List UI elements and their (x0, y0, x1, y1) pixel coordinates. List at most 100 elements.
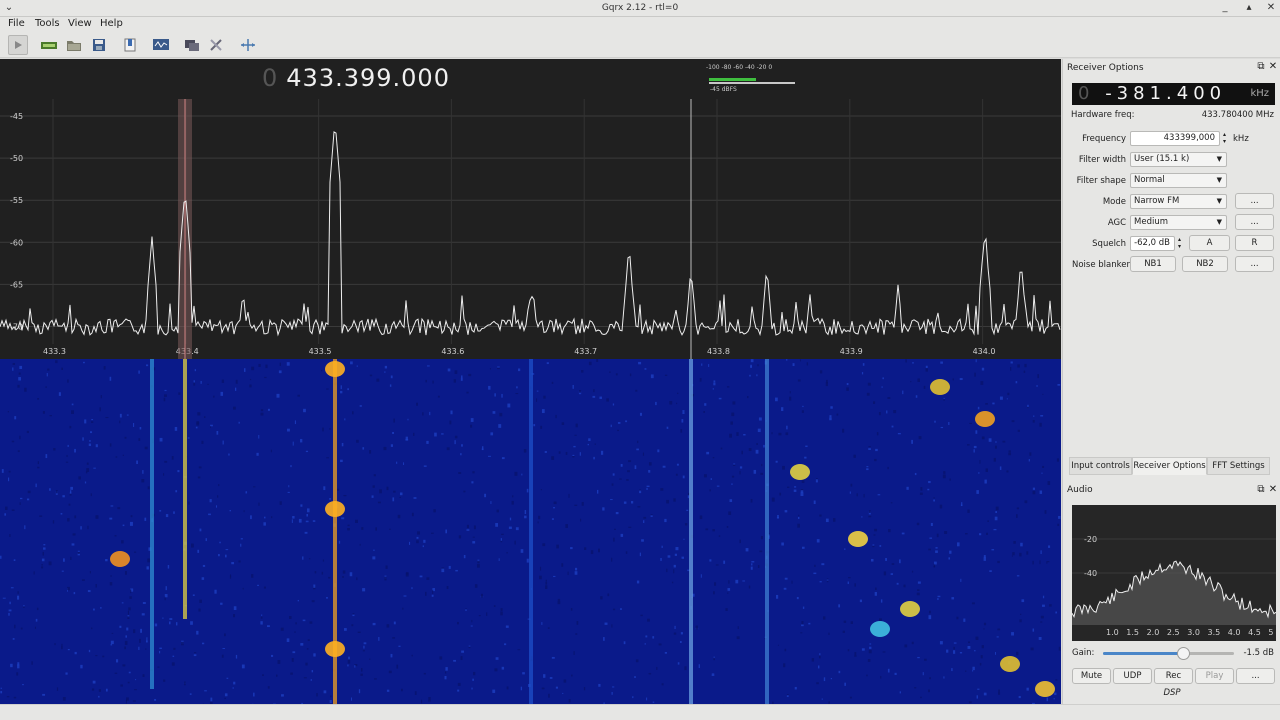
open-icon[interactable] (64, 35, 84, 55)
waterfall-noise (579, 452, 581, 456)
waterfall-noise (891, 425, 894, 428)
waterfall-noise (646, 485, 650, 488)
network-icon[interactable] (182, 35, 202, 55)
save-icon[interactable] (89, 35, 109, 55)
frequency-value[interactable]: 433.399.000 (286, 64, 450, 92)
waterfall-noise (220, 391, 224, 396)
waterfall-noise (130, 515, 133, 518)
waterfall-noise (593, 389, 595, 393)
squelch-auto-button[interactable]: A (1189, 235, 1230, 251)
close-button[interactable]: ✕ (1264, 1, 1278, 15)
agc-options-button[interactable]: ... (1235, 214, 1274, 230)
waterfall-noise (757, 428, 761, 433)
squelch-reset-button[interactable]: R (1235, 235, 1274, 251)
waterfall-noise (22, 606, 25, 608)
waterfall-noise (17, 591, 19, 594)
x-tick-label: 433.8 (707, 347, 730, 356)
waterfall-noise (829, 415, 832, 418)
waterfall-noise (660, 557, 662, 561)
play-button[interactable]: Play (1195, 668, 1234, 684)
waterfall-noise (457, 689, 460, 692)
hardware-icon[interactable] (39, 35, 59, 55)
offset-display[interactable]: 0 -381.400 kHz (1072, 83, 1275, 105)
waterfall-noise (638, 361, 642, 365)
waterfall-noise (980, 381, 984, 385)
menu-help[interactable]: Help (100, 18, 123, 29)
waterfall-noise (355, 519, 358, 523)
mute-button[interactable]: Mute (1072, 668, 1111, 684)
waterfall-noise (468, 646, 471, 649)
waterfall-noise (648, 672, 652, 675)
waterfall-noise (162, 617, 164, 619)
waterfall-noise (928, 480, 931, 484)
waterfall-noise (122, 454, 124, 456)
filter-shape-select[interactable]: Normal ▼ (1130, 173, 1227, 188)
tools-icon[interactable] (206, 35, 226, 55)
waterfall-noise (598, 548, 600, 553)
waterfall-noise (1044, 510, 1047, 514)
float-dock-icon[interactable]: ⧉ (1255, 484, 1267, 496)
tab-fft-settings[interactable]: FFT Settings (1207, 457, 1270, 475)
io-config-icon[interactable] (151, 35, 171, 55)
waterfall-noise (110, 644, 113, 646)
mode-select[interactable]: Narrow FM ▼ (1130, 194, 1227, 209)
tab-receiver-options[interactable]: Receiver Options (1132, 457, 1207, 475)
agc-select[interactable]: Medium ▼ (1130, 215, 1227, 230)
audio-fft-plot[interactable]: -20 -40 1.0 1.5 2.0 2.5 3.0 3.5 4.0 4.5 5 (1071, 505, 1277, 641)
waterfall-noise (750, 566, 753, 570)
noise-options-button[interactable]: ... (1235, 256, 1274, 272)
waterfall-noise (411, 512, 414, 517)
waterfall-noise (861, 516, 863, 518)
filter-width-select[interactable]: User (15.1 k) ▼ (1130, 152, 1227, 167)
waterfall-noise (967, 509, 970, 513)
squelch-stepper[interactable]: ▴ ▾ (1175, 236, 1184, 251)
spectrum-canvas[interactable]: -45-50-55-60-65-70-75-80-85-90433.3433.4… (0, 59, 1061, 359)
offset-value[interactable]: -381.400 (1105, 83, 1226, 104)
mode-options-button[interactable]: ... (1235, 193, 1274, 209)
waterfall-noise (454, 440, 456, 445)
waterfall-noise (496, 509, 499, 513)
frequency-stepper[interactable]: ▴ ▾ (1220, 131, 1229, 146)
waterfall-noise (897, 432, 901, 435)
rec-button[interactable]: Rec (1154, 668, 1193, 684)
maximize-button[interactable]: ▴ (1242, 1, 1256, 15)
spectrum-plot[interactable]: -45-50-55-60-65-70-75-80-85-90433.3433.4… (0, 59, 1061, 359)
close-dock-icon[interactable]: ✕ (1267, 61, 1279, 73)
close-dock-icon[interactable]: ✕ (1267, 484, 1279, 496)
toolbar (0, 32, 1280, 58)
waterfall-noise (667, 555, 671, 558)
waterfall-noise (816, 539, 820, 543)
waterfall-noise (999, 396, 1003, 400)
waterfall-noise (454, 435, 458, 439)
waterfall-noise (861, 648, 865, 651)
waterfall-display[interactable] (0, 359, 1061, 704)
menu-view[interactable]: View (68, 18, 92, 29)
menu-tools[interactable]: Tools (35, 18, 60, 29)
waterfall-noise (826, 579, 829, 581)
waterfall-noise (93, 467, 96, 469)
frequency-input[interactable]: 433399,000 (1130, 131, 1220, 146)
waterfall-noise (914, 472, 917, 476)
audio-options-button[interactable]: ... (1236, 668, 1275, 684)
x-tick-label: 1.5 (1126, 628, 1139, 637)
bookmark-icon[interactable] (120, 35, 140, 55)
float-dock-icon[interactable]: ⧉ (1255, 61, 1267, 73)
waterfall-noise (474, 584, 478, 588)
menu-file[interactable]: File (8, 18, 25, 29)
waterfall-canvas[interactable] (0, 359, 1061, 704)
waterfall-noise (81, 579, 85, 581)
minimize-button[interactable]: _ (1218, 1, 1232, 15)
play-icon[interactable] (8, 35, 28, 55)
center-icon[interactable] (238, 35, 258, 55)
tab-input-controls[interactable]: Input controls (1069, 457, 1132, 475)
frequency-display[interactable]: 0 433.399.000 (262, 64, 450, 92)
waterfall-noise (446, 586, 449, 590)
squelch-input[interactable]: -62,0 dB (1130, 236, 1175, 251)
nb1-button[interactable]: NB1 (1130, 256, 1176, 272)
waterfall-noise (1019, 552, 1022, 557)
gain-slider-handle[interactable] (1176, 647, 1190, 660)
nb2-button[interactable]: NB2 (1182, 256, 1228, 272)
waterfall-noise (604, 622, 608, 625)
waterfall-noise (684, 666, 687, 671)
udp-button[interactable]: UDP (1113, 668, 1152, 684)
